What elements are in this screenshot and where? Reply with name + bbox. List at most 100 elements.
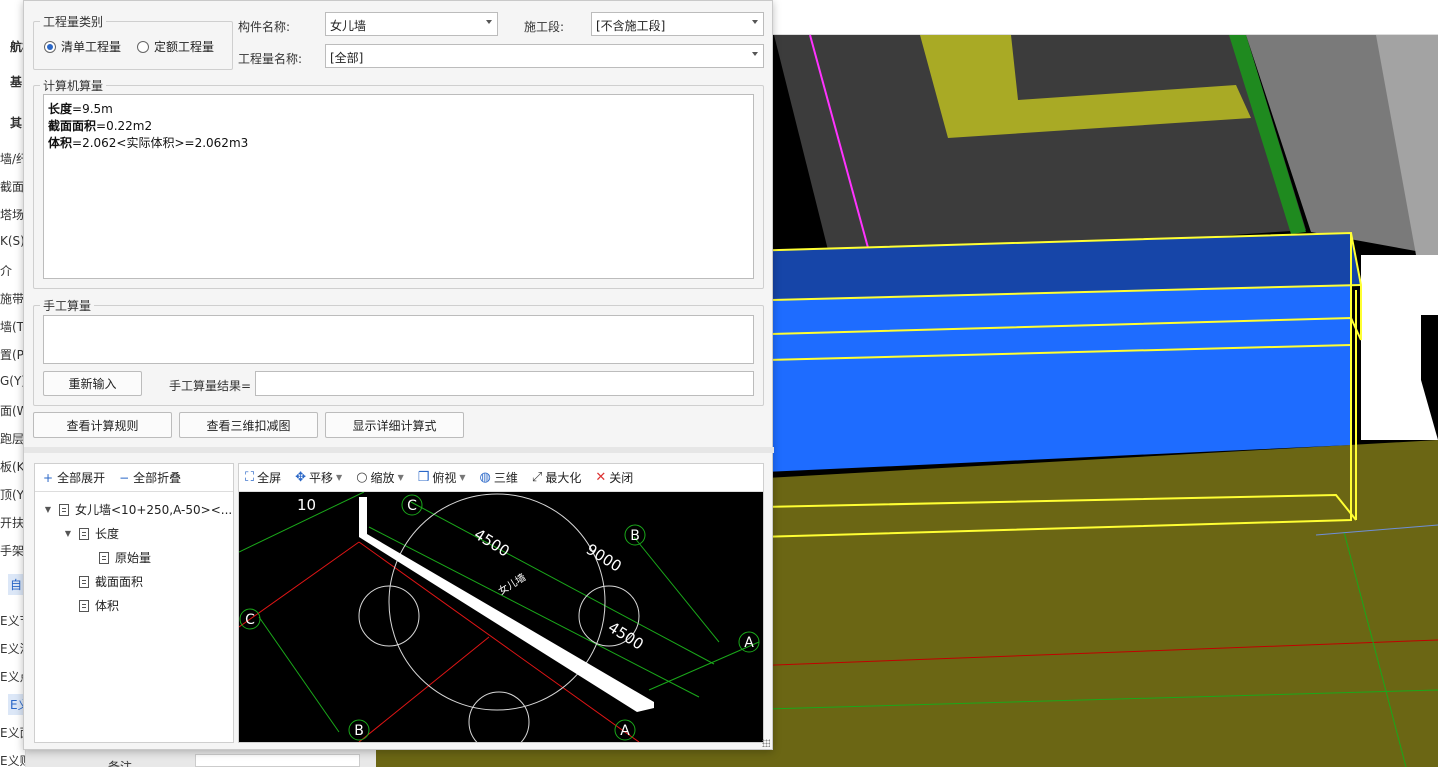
document-icon <box>79 599 89 612</box>
axis-label: B <box>630 528 640 544</box>
tree-node-parapet[interactable]: ▼ 女儿墙<10+250,A-50><... <box>43 501 232 518</box>
component-name-value: 女儿墙 <box>330 19 367 33</box>
quantity-name-value: [全部] <box>330 51 364 65</box>
fullscreen-button[interactable]: ⛶ 全屏 <box>245 469 281 486</box>
tree-node-label: 原始量 <box>115 551 152 565</box>
quantity-name-label: 工程量名称: <box>238 52 303 66</box>
tree-node-section-area[interactable]: 截面面积 <box>63 573 143 590</box>
axis-bubble-b-bottom: B <box>348 719 370 741</box>
axis-bubble-c-left: C <box>239 608 261 630</box>
chevron-down-icon <box>752 20 758 24</box>
dim-text: 10 <box>297 496 316 514</box>
axis-bubble-b-right: B <box>624 524 646 546</box>
axis-label: C <box>407 498 417 514</box>
radio-checked-icon <box>44 40 56 53</box>
close-view-button[interactable]: ✕ 关闭 <box>595 469 633 486</box>
remark-label: 备注 <box>108 760 133 767</box>
zoom-icon: ○ <box>356 470 368 485</box>
computer-calc-legend: 计算机算量 <box>43 79 104 93</box>
chevron-down-icon: ▼ <box>397 473 404 482</box>
chevron-down-icon <box>486 20 492 24</box>
chevron-down-icon: ▼ <box>459 473 466 482</box>
resize-grip-icon[interactable] <box>762 739 770 747</box>
maximize-icon: ⤢ <box>531 470 543 485</box>
manual-result-label: 手工算量结果= <box>169 379 252 393</box>
deduction-drawing-canvas[interactable]: C B C A B A 10 4500 9000 4500 女儿墙 <box>239 492 763 742</box>
dim-text: 4500 <box>605 618 647 654</box>
manual-calc-input[interactable] <box>43 315 754 364</box>
quantity-name-select[interactable]: [全部] <box>325 44 764 68</box>
drawing-view-panel: ⛶ 全屏 ✥ 平移 ▼ ○ 缩放 ▼ ❒ 俯视 ▼ ◍ 三维 ⤢ 最大化 ✕ 关… <box>238 463 764 743</box>
tree-toggle-icon[interactable]: ▼ <box>63 529 73 538</box>
wall-label-text: 女儿墙 <box>496 571 528 598</box>
axis-label: A <box>620 723 630 739</box>
3d-button[interactable]: ◍ 三维 <box>480 469 518 486</box>
tree-toolbar: + 全部展开 − 全部折叠 <box>35 464 233 492</box>
roof-slab <box>774 35 1306 262</box>
radio-unchecked-icon <box>137 40 149 53</box>
radio-bill-quantity-label: 清单工程量 <box>61 40 122 54</box>
cube-icon: ❒ <box>417 470 430 485</box>
chevron-down-icon: ▼ <box>336 473 343 482</box>
expand-all-button[interactable]: + 全部展开 <box>43 469 105 486</box>
nav-item[interactable]: E义贴面(ZT) <box>0 750 25 767</box>
tree-node-length[interactable]: ▼ 长度 <box>63 525 119 542</box>
manual-result-field[interactable] <box>255 371 754 396</box>
top-view-button[interactable]: ❒ 俯视 ▼ <box>418 469 466 486</box>
pan-icon: ✥ <box>295 470 307 485</box>
deduction-drawing[interactable]: C B C A B A 10 4500 9000 4500 女儿墙 <box>239 492 763 742</box>
component-name-label: 构件名称: <box>238 20 291 34</box>
reenter-button[interactable]: 重新输入 <box>43 371 142 396</box>
view-3d-deduction-button[interactable]: 查看三维扣减图 <box>179 412 318 438</box>
chevron-down-icon <box>752 52 758 56</box>
maximize-button[interactable]: ⤢ 最大化 <box>532 469 581 486</box>
tree-toggle-icon[interactable]: ▼ <box>43 505 53 514</box>
radio-quota-quantity[interactable]: 定额工程量 <box>137 38 214 55</box>
view-toolbar: ⛶ 全屏 ✥ 平移 ▼ ○ 缩放 ▼ ❒ 俯视 ▼ ◍ 三维 ⤢ 最大化 ✕ 关… <box>239 464 763 492</box>
document-icon <box>79 527 89 540</box>
tree-node-volume[interactable]: 体积 <box>63 597 119 614</box>
manual-calc-legend: 手工算量 <box>43 299 92 313</box>
construction-stage-label: 施工段: <box>524 20 565 34</box>
remark-field[interactable] <box>195 754 360 767</box>
calc-line-section-area: 截面面积=0.22m2 <box>48 119 153 133</box>
collapse-all-label: 全部折叠 <box>133 471 182 485</box>
document-icon <box>59 503 69 516</box>
calc-line-length: 长度=9.5m <box>48 102 113 116</box>
dim-text: 4500 <box>471 525 513 561</box>
3d-label: 三维 <box>493 471 518 485</box>
tree-node-original[interactable]: 原始量 <box>83 549 151 566</box>
calc-tree-panel: + 全部展开 − 全部折叠 ▼ 女儿墙<10+250,A-50><... ▼ 长… <box>34 463 234 743</box>
maximize-label: 最大化 <box>545 471 582 485</box>
radio-quota-quantity-label: 定额工程量 <box>154 40 215 54</box>
computer-calc-result-box[interactable]: 长度=9.5m 截面面积=0.22m2 体积=2.062<实际体积>=2.062… <box>43 94 754 279</box>
dimension-texts: 10 4500 9000 4500 女儿墙 <box>297 496 647 654</box>
pan-button[interactable]: ✥ 平移 ▼ <box>295 469 342 486</box>
zoom-button[interactable]: ○ 缩放 ▼ <box>356 469 404 486</box>
axis-bubble-c-top: C <box>401 494 423 516</box>
document-icon <box>79 575 89 588</box>
axis-bubble-a-bottom: A <box>614 719 636 741</box>
tree-node-label: 女儿墙<10+250,A-50><... <box>75 503 233 517</box>
axis-label: B <box>354 723 364 739</box>
axis-bubble-a-right: A <box>738 631 760 653</box>
sphere-icon: ◍ <box>479 470 491 485</box>
expand-all-label: 全部展开 <box>57 471 106 485</box>
red-axis-lines <box>239 541 640 742</box>
construction-stage-select[interactable]: [不含施工段] <box>591 12 764 36</box>
panel-divider <box>24 447 774 453</box>
axis-label: A <box>744 635 754 651</box>
parapet-wall-shape <box>359 497 654 712</box>
radio-bill-quantity[interactable]: 清单工程量 <box>44 38 121 55</box>
component-name-select[interactable]: 女儿墙 <box>325 12 498 36</box>
fullscreen-icon: ⛶ <box>245 470 255 485</box>
tree-node-label: 长度 <box>95 527 120 541</box>
fullscreen-label: 全屏 <box>257 471 282 485</box>
quantity-check-dialog: 工程量类别 清单工程量 定额工程量 构件名称: 女儿墙 施工段: [不含施工段]… <box>23 0 774 750</box>
zoom-label: 缩放 <box>370 471 395 485</box>
document-icon <box>99 551 109 564</box>
show-detail-formula-button[interactable]: 显示详细计算式 <box>325 412 464 438</box>
view-calc-rules-button[interactable]: 查看计算规则 <box>33 412 172 438</box>
close-view-label: 关闭 <box>609 471 634 485</box>
collapse-all-button[interactable]: − 全部折叠 <box>119 469 181 486</box>
